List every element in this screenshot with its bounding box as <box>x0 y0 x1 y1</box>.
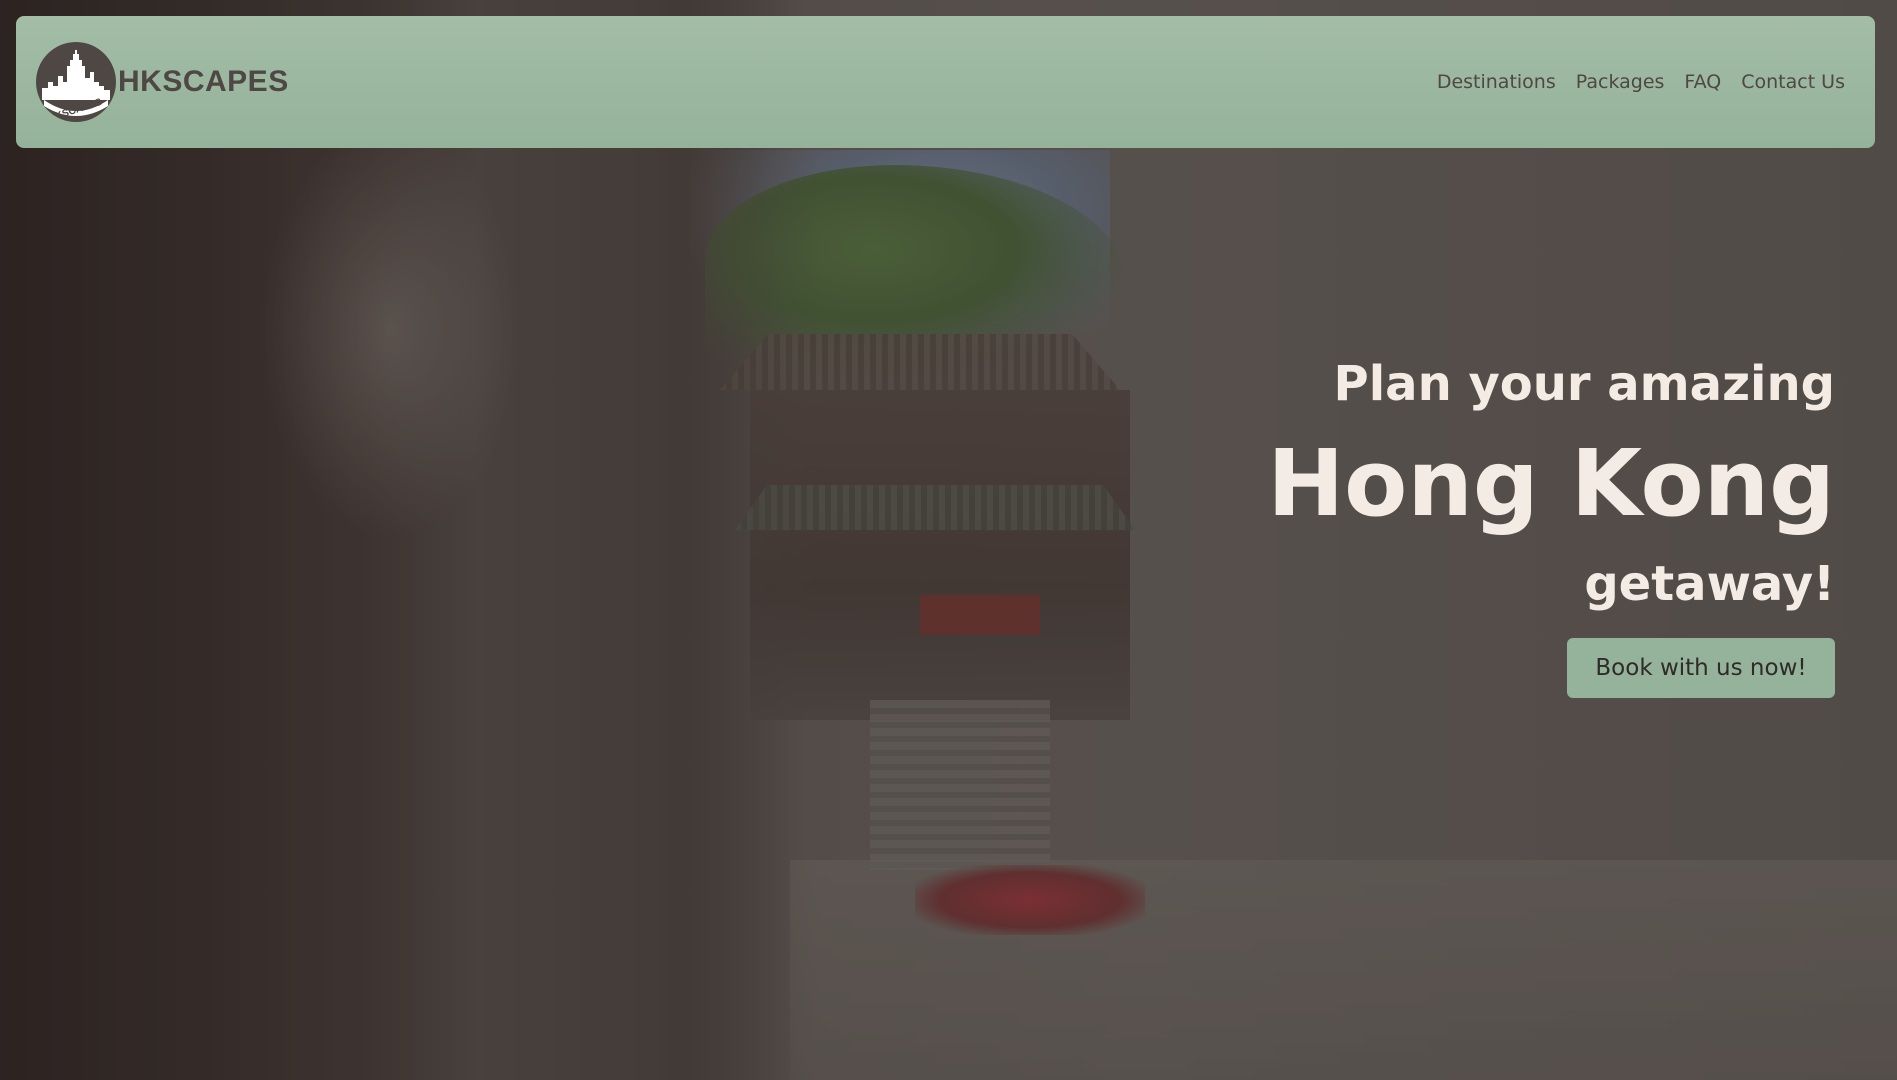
hero-section: HKSCAPES HKSCAPES Destinations Packages … <box>0 0 1897 1080</box>
hero-heading-line-2: Hong Kong <box>1267 430 1835 537</box>
hong-kong-skyline-logo-icon: HKSCAPES <box>36 42 116 122</box>
nav-link-faq[interactable]: FAQ <box>1684 71 1721 93</box>
brand-name: HKSCAPES <box>118 65 289 98</box>
nav-link-packages[interactable]: Packages <box>1576 71 1665 93</box>
navbar: HKSCAPES HKSCAPES Destinations Packages … <box>16 16 1875 148</box>
hero-heading-line-3: getaway! <box>1584 556 1835 612</box>
hero-heading-line-1: Plan your amazing <box>1333 356 1835 412</box>
brand-link[interactable]: HKSCAPES HKSCAPES <box>36 42 289 122</box>
nav-links: Destinations Packages FAQ Contact Us <box>1437 71 1845 93</box>
book-now-button[interactable]: Book with us now! <box>1567 638 1835 698</box>
nav-link-destinations[interactable]: Destinations <box>1437 71 1556 93</box>
hero-text-block: Plan your amazing Hong Kong getaway! Boo… <box>1267 360 1835 698</box>
nav-link-contact-us[interactable]: Contact Us <box>1741 71 1845 93</box>
logo-svg: HKSCAPES <box>38 44 114 122</box>
